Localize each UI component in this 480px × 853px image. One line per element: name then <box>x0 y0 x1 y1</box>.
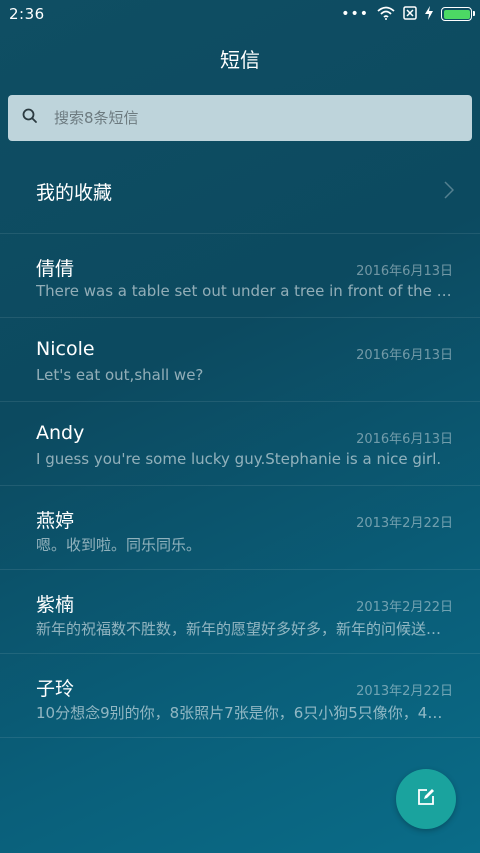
search-bar[interactable] <box>8 95 472 141</box>
message-preview: I guess you're some lucky guy.Stephanie … <box>36 450 442 468</box>
contact-name: 倩倩 <box>36 258 75 280</box>
battery-fill <box>443 9 470 19</box>
battery-icon <box>441 7 475 21</box>
search-input[interactable] <box>54 109 434 127</box>
conversation-item[interactable]: Nicole 2016年6月13日 Let's eat out,shall we… <box>0 318 480 402</box>
message-date: 2016年6月13日 <box>356 432 453 447</box>
status-icons: ••• <box>341 5 475 24</box>
contact-name: 子玲 <box>36 678 75 700</box>
message-preview: 新年的祝福数不胜数，新年的愿望好多好多，新年的问候送给你 <box>36 620 454 638</box>
chevron-right-icon <box>444 180 455 203</box>
contact-name: Andy <box>36 422 85 444</box>
message-date: 2016年6月13日 <box>356 348 453 363</box>
search-icon <box>22 108 38 128</box>
message-preview: There was a table set out under a tree i… <box>36 282 454 300</box>
conversation-list: 倩倩 2016年6月13日 There was a table set out … <box>0 234 480 738</box>
conversation-item[interactable]: 子玲 2013年2月22日 10分想念9别的你，8张照片7张是你，6只小狗5只像… <box>0 654 480 738</box>
message-preview: 10分想念9别的你，8张照片7张是你，6只小狗5只像你，4季都想你 <box>36 704 454 722</box>
status-bar: 2:36 ••• <box>0 0 480 28</box>
status-time: 2:36 <box>9 5 45 23</box>
contact-name: Nicole <box>36 338 95 360</box>
message-date: 2013年2月22日 <box>356 684 453 699</box>
page-title: 短信 <box>220 48 260 72</box>
notification-dots-icon: ••• <box>341 6 369 22</box>
message-date: 2013年2月22日 <box>356 600 453 615</box>
favorites-row[interactable]: 我的收藏 <box>0 150 480 234</box>
compose-button[interactable] <box>396 769 456 829</box>
contact-name: 燕婷 <box>36 510 75 532</box>
conversation-item[interactable]: 紫楠 2013年2月22日 新年的祝福数不胜数，新年的愿望好多好多，新年的问候送… <box>0 570 480 654</box>
message-preview: Let's eat out,shall we? <box>36 366 204 384</box>
no-sim-icon <box>403 5 417 24</box>
conversation-item[interactable]: 燕婷 2013年2月22日 嗯。收到啦。同乐同乐。 <box>0 486 480 570</box>
conversation-item[interactable]: 倩倩 2016年6月13日 There was a table set out … <box>0 234 480 318</box>
charging-icon <box>425 5 433 24</box>
compose-icon <box>416 787 436 811</box>
contact-name: 紫楠 <box>36 594 75 616</box>
conversation-item[interactable]: Andy 2016年6月13日 I guess you're some luck… <box>0 402 480 486</box>
message-preview: 嗯。收到啦。同乐同乐。 <box>36 536 202 554</box>
wifi-icon <box>377 5 395 24</box>
message-date: 2013年2月22日 <box>356 516 453 531</box>
favorites-label: 我的收藏 <box>36 182 113 204</box>
message-date: 2016年6月13日 <box>356 264 453 279</box>
